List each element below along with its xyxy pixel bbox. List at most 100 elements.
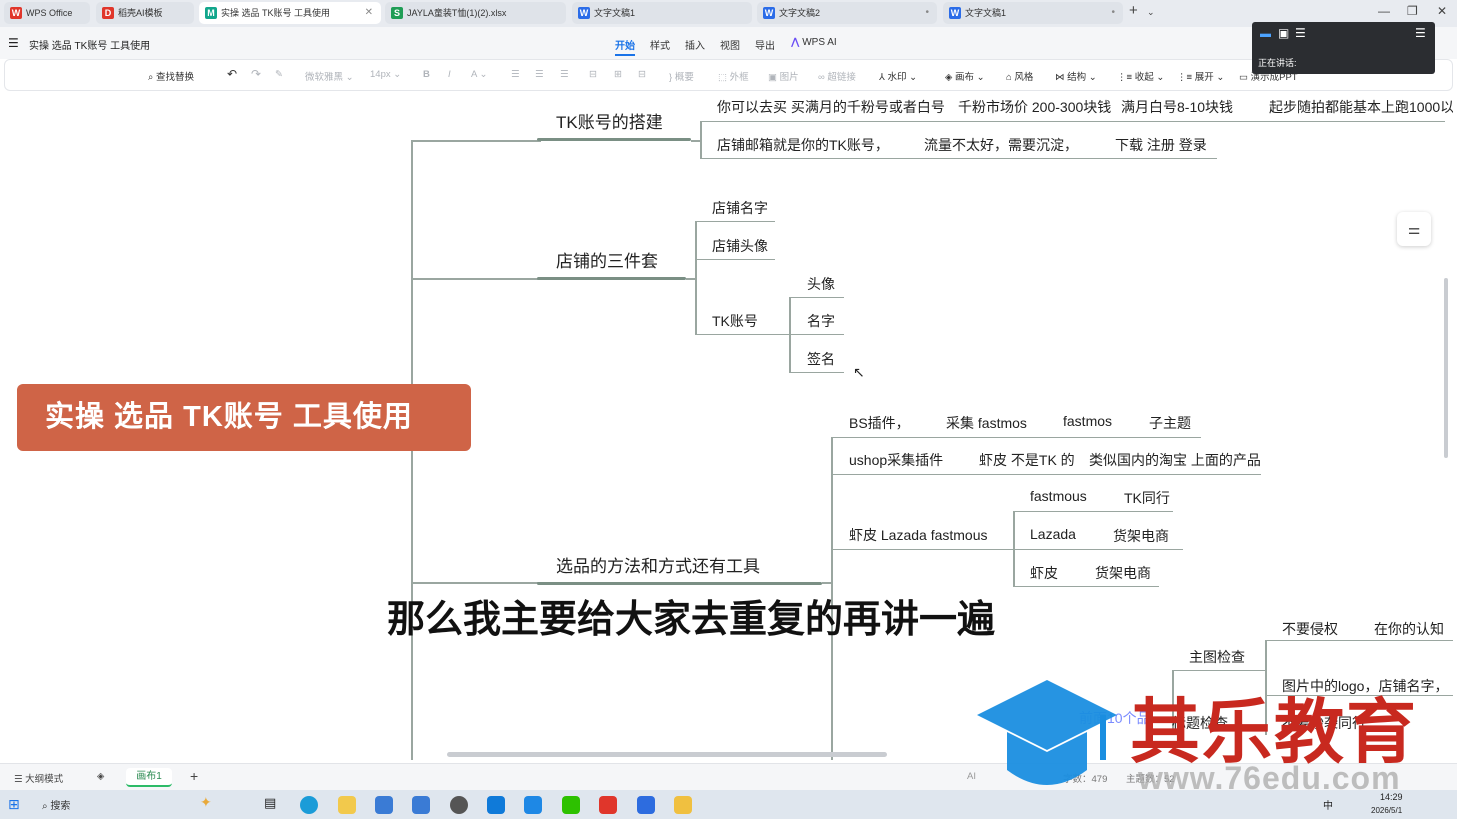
menu-wps-ai[interactable]: ⋀ WPS AI bbox=[791, 37, 837, 48]
canvas-tab[interactable]: 画布1 bbox=[126, 768, 172, 787]
node-shopee-not-tk[interactable]: 虾皮 不是TK 的 bbox=[979, 450, 1075, 470]
node-start[interactable]: 起步随拍都能基本上跑1000以 bbox=[1269, 97, 1453, 117]
summary-button[interactable]: } 概要 bbox=[669, 69, 694, 83]
watermark-button[interactable]: ⅄ 水印 ⌄ bbox=[879, 69, 917, 83]
avatar-app-icon[interactable] bbox=[450, 796, 468, 814]
edge-icon[interactable] bbox=[300, 796, 318, 814]
settings-sliders-icon[interactable]: ⚌ bbox=[1397, 212, 1431, 246]
node-download[interactable]: 下载 注册 登录 bbox=[1115, 135, 1207, 155]
insert-subtopic-icon[interactable]: ⊞ bbox=[614, 69, 622, 80]
node-shelf-ecommerce[interactable]: 货架电商 bbox=[1113, 526, 1169, 546]
picture-button[interactable]: ▣ 图片 bbox=[768, 69, 799, 83]
branch-product-selection[interactable]: 选品的方法和方式还有工具 bbox=[556, 552, 760, 577]
font-select[interactable]: 微软雅黑 ⌄ bbox=[305, 69, 354, 83]
node-white-price[interactable]: 满月白号8-10块钱 bbox=[1121, 97, 1233, 117]
node-traffic[interactable]: 流量不太好，需要沉淀， bbox=[924, 135, 1078, 155]
italic-icon[interactable]: I bbox=[448, 69, 451, 80]
node-shelf-ecommerce-2[interactable]: 货架电商 bbox=[1095, 563, 1151, 583]
add-canvas-icon[interactable]: + bbox=[190, 768, 198, 784]
node-tk-account[interactable]: TK账号 bbox=[712, 311, 758, 331]
expand-button[interactable]: ⋮≡ 展开 ⌄ bbox=[1177, 69, 1224, 83]
tab-doc-1[interactable]: W 文字文稿1 bbox=[572, 2, 752, 24]
node-buy-account[interactable]: 你可以去买 买满月的千粉号或者白号 bbox=[717, 97, 945, 117]
close-icon[interactable]: • bbox=[1111, 2, 1115, 24]
app-icon[interactable] bbox=[487, 796, 505, 814]
horizontal-scrollbar[interactable] bbox=[447, 752, 887, 757]
node-platforms[interactable]: 虾皮 Lazada fastmous bbox=[849, 525, 988, 545]
menu-style[interactable]: 样式 bbox=[650, 37, 670, 52]
node-email[interactable]: 店铺邮箱就是你的TK账号， bbox=[717, 135, 889, 155]
node-store-name[interactable]: 店铺名字 bbox=[712, 198, 768, 218]
node-awareness[interactable]: 在你的认知 bbox=[1374, 619, 1444, 639]
new-tab-icon[interactable]: + bbox=[1129, 2, 1138, 19]
node-name[interactable]: 名字 bbox=[807, 311, 835, 331]
outer-frame-button[interactable]: ⬚ 外框 bbox=[718, 69, 749, 83]
canvas-button[interactable]: ◈ 画布 ⌄ bbox=[945, 69, 985, 83]
menu-insert[interactable]: 插入 bbox=[685, 37, 705, 52]
wps-icon[interactable] bbox=[599, 796, 617, 814]
insert-parent-icon[interactable]: ⊟ bbox=[638, 69, 646, 80]
node-shopee[interactable]: 虾皮 bbox=[1030, 563, 1058, 583]
insert-topic-icon[interactable]: ⊟ bbox=[589, 69, 597, 80]
search-box[interactable]: ⌕ 搜索 bbox=[42, 797, 70, 812]
find-replace-button[interactable]: ⌕ 查找替换 bbox=[148, 69, 194, 83]
tab-spreadsheet[interactable]: S JAYLA童装T恤(1)(2).xlsx bbox=[385, 2, 566, 24]
format-painter-icon[interactable]: ✎ bbox=[275, 69, 283, 80]
node-avatar[interactable]: 头像 bbox=[807, 274, 835, 294]
node-ushop[interactable]: ushop采集插件 bbox=[849, 450, 943, 470]
mail-icon[interactable] bbox=[412, 796, 430, 814]
list-icon[interactable]: ☰ bbox=[1415, 26, 1426, 40]
copilot-icon[interactable]: ✦ bbox=[200, 794, 212, 811]
undo-icon[interactable]: ↶ bbox=[227, 67, 237, 81]
close-icon[interactable]: • bbox=[925, 2, 929, 24]
node-fastmous[interactable]: fastmous bbox=[1030, 488, 1087, 504]
node-bs-plugin[interactable]: BS插件， bbox=[849, 413, 910, 433]
file-explorer-icon[interactable] bbox=[338, 796, 356, 814]
font-color-icon[interactable]: A ⌄ bbox=[471, 69, 487, 80]
tab-wps-office[interactable]: W WPS Office bbox=[4, 2, 90, 24]
node-fastmos[interactable]: fastmos bbox=[1063, 413, 1112, 429]
node-tk-peer[interactable]: TK同行 bbox=[1124, 488, 1170, 508]
menu-start[interactable]: 开始 bbox=[615, 37, 635, 56]
node-subtopic[interactable]: 子主题 bbox=[1149, 413, 1191, 433]
node-store-avatar[interactable]: 店铺头像 bbox=[712, 236, 768, 256]
store-icon[interactable] bbox=[375, 796, 393, 814]
align-right-icon[interactable]: ☰ bbox=[560, 69, 569, 80]
tab-mindmap[interactable]: M 实操 选品 TK账号 工具使用 ✕ bbox=[199, 2, 381, 24]
structure-button[interactable]: ⋈ 结构 ⌄ bbox=[1055, 69, 1097, 83]
font-size-select[interactable]: 14px ⌄ bbox=[370, 69, 401, 80]
outline-mode-button[interactable]: ☰ 大纲模式 bbox=[14, 771, 63, 785]
menu-export[interactable]: 导出 bbox=[755, 37, 775, 52]
node-price[interactable]: 千粉市场价 200-300块钱 bbox=[958, 97, 1111, 117]
hyperlink-button[interactable]: ∞ 超链接 bbox=[818, 69, 856, 83]
window-icon[interactable]: ▣ bbox=[1278, 26, 1289, 40]
menu-icon[interactable]: ☰ bbox=[1295, 26, 1306, 40]
layers-icon[interactable]: ◈ bbox=[97, 771, 104, 782]
chevron-down-icon[interactable]: ⌄ bbox=[1147, 7, 1155, 18]
vertical-scrollbar[interactable] bbox=[1444, 278, 1448, 458]
language-indicator[interactable]: 中 bbox=[1323, 797, 1333, 812]
collapse-button[interactable]: ⋮≡ 收起 ⌄ bbox=[1117, 69, 1164, 83]
minimize-icon[interactable]: — bbox=[1378, 4, 1390, 18]
meeting-panel[interactable]: ▬ ▣ ☰ ☰ 正在讲话: bbox=[1252, 22, 1435, 74]
node-collect-fastmos[interactable]: 采集 fastmos bbox=[946, 413, 1027, 433]
node-signature[interactable]: 签名 bbox=[807, 349, 835, 369]
windows-start-icon[interactable]: ⊞ bbox=[8, 796, 20, 813]
tab-doc-3[interactable]: W 文字文稿1 • bbox=[943, 2, 1123, 24]
style-button[interactable]: ⌂ 风格 bbox=[1006, 69, 1033, 83]
node-no-infringe[interactable]: 不要侵权 bbox=[1282, 619, 1338, 639]
app-icon[interactable] bbox=[524, 796, 542, 814]
node-taobao-like[interactable]: 类似国内的淘宝 上面的产品 bbox=[1089, 450, 1261, 470]
branch-tk-account[interactable]: TK账号的搭建 bbox=[556, 108, 663, 133]
tab-template[interactable]: D 稻壳AI模板 bbox=[96, 2, 194, 24]
wechat-icon[interactable] bbox=[562, 796, 580, 814]
node-main-image-check[interactable]: 主图检查 bbox=[1189, 647, 1245, 667]
close-window-icon[interactable]: ✕ bbox=[1437, 4, 1447, 18]
restore-icon[interactable]: ❐ bbox=[1407, 4, 1418, 18]
menu-view[interactable]: 视图 bbox=[720, 37, 740, 52]
task-view-icon[interactable]: ▤ bbox=[264, 795, 276, 811]
minimize-icon[interactable]: ▬ bbox=[1260, 28, 1271, 40]
bold-icon[interactable]: B bbox=[423, 69, 430, 80]
align-center-icon[interactable]: ☰ bbox=[535, 69, 544, 80]
close-icon[interactable]: ✕ bbox=[365, 2, 373, 24]
